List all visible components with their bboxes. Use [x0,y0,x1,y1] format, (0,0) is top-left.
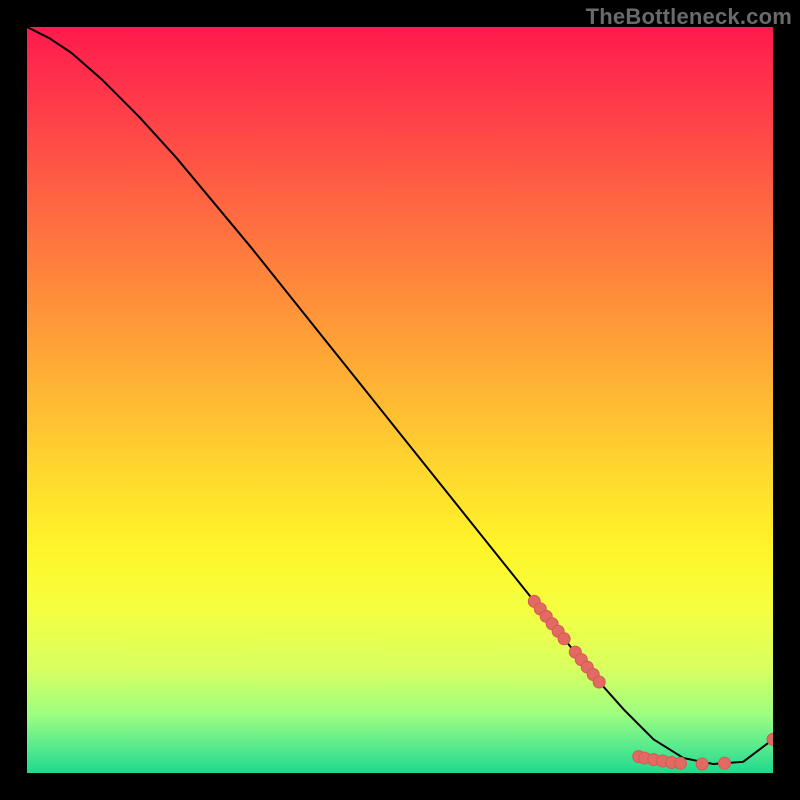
plot-area [27,27,773,773]
curve-line [27,27,773,764]
data-marker [593,676,605,688]
markers-group [528,595,773,770]
data-marker [719,757,731,769]
watermark-text: TheBottleneck.com [586,4,792,30]
chart-overlay [27,27,773,773]
data-marker [675,757,687,769]
data-marker [558,633,570,645]
chart-stage: TheBottleneck.com [0,0,800,800]
data-marker [696,758,708,770]
